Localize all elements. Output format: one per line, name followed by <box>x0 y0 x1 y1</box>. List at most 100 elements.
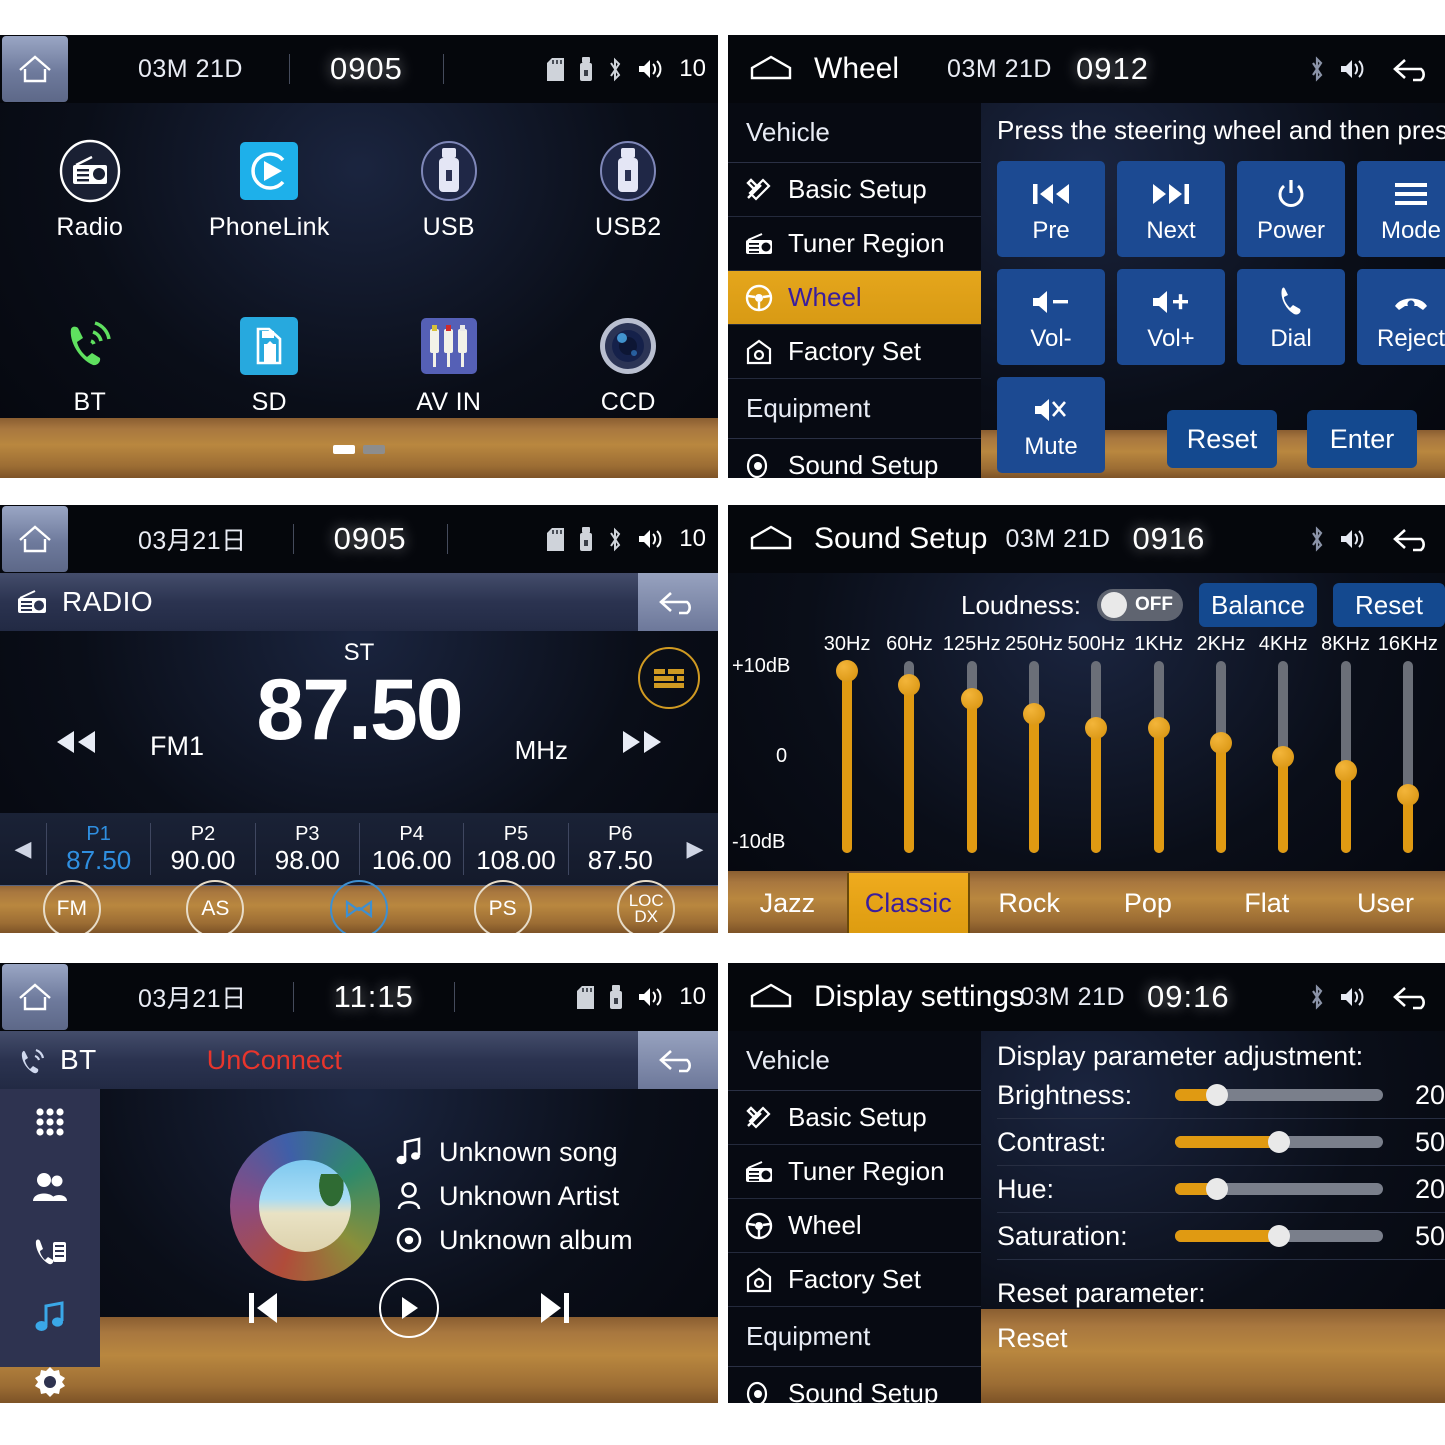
wheel-btn-mute[interactable]: Mute <box>997 377 1105 473</box>
slider-knob[interactable] <box>1268 1225 1290 1247</box>
eq-slider-4khz[interactable] <box>1252 661 1314 853</box>
sidebar-item-tuner-region[interactable]: Tuner Region <box>728 217 981 271</box>
wheel-btn-vol-down[interactable]: Vol- <box>997 269 1105 365</box>
sidebar-item-wheel[interactable]: Wheel <box>728 1199 981 1253</box>
eq-slider-125hz[interactable] <box>941 661 1003 853</box>
eq-preset-jazz[interactable]: Jazz <box>728 873 847 933</box>
preset-p4[interactable]: P4 106.00 <box>358 822 463 876</box>
eq-slider-knob[interactable] <box>1023 702 1046 725</box>
page-indicator[interactable] <box>0 445 718 454</box>
eq-slider-knob[interactable] <box>1272 746 1295 768</box>
fm-button[interactable]: FM <box>42 880 101 933</box>
home-button[interactable] <box>2 964 68 1030</box>
eq-preset-user[interactable]: User <box>1326 873 1445 933</box>
balance-button[interactable]: Balance <box>1199 583 1317 627</box>
eq-slider-250hz[interactable] <box>1003 661 1065 853</box>
keypad-icon[interactable] <box>0 1089 100 1154</box>
eq-slider-30hz[interactable] <box>816 659 878 853</box>
eq-slider-knob[interactable] <box>1209 731 1232 754</box>
eq-preset-classic[interactable]: Classic <box>846 873 970 933</box>
loc-dx-button[interactable]: LOC DX <box>617 880 676 933</box>
eq-slider-knob[interactable] <box>1085 717 1108 740</box>
app-bt[interactable]: BT <box>0 278 180 453</box>
back-icon[interactable] <box>1391 984 1433 1010</box>
home-icon[interactable] <box>748 982 794 1012</box>
back-icon[interactable] <box>1391 526 1433 552</box>
prev-track-button[interactable] <box>243 1286 283 1330</box>
seek-up-button[interactable] <box>616 727 668 757</box>
wheel-btn-reject[interactable]: Reject <box>1357 269 1445 365</box>
volume-icon[interactable] <box>1339 527 1367 551</box>
app-phonelink[interactable]: PhoneLink <box>180 103 360 278</box>
reset-button[interactable]: Reset <box>1167 410 1277 468</box>
back-button[interactable] <box>638 573 718 631</box>
app-ccd[interactable]: CCD <box>539 278 719 453</box>
slider-contrast[interactable]: Contrast: 50 <box>997 1119 1445 1166</box>
preset-p2[interactable]: P2 90.00 <box>150 822 254 876</box>
app-sd[interactable]: SD <box>180 278 360 453</box>
wheel-btn-pre[interactable]: Pre <box>997 161 1105 257</box>
slider-knob[interactable] <box>1268 1131 1290 1153</box>
ps-button[interactable]: PS <box>473 880 532 933</box>
wheel-btn-power[interactable]: Power <box>1237 161 1345 257</box>
preset-next-button[interactable]: ▶ <box>672 836 718 862</box>
app-usb[interactable]: USB <box>359 103 539 278</box>
contacts-icon[interactable] <box>0 1154 100 1219</box>
eq-slider-8khz[interactable] <box>1314 661 1376 853</box>
page-dot-2[interactable] <box>363 445 385 454</box>
eq-slider-knob[interactable] <box>898 674 921 696</box>
equalizer-button[interactable] <box>638 647 700 709</box>
home-button[interactable] <box>2 36 68 102</box>
sidebar-item-sound-setup[interactable]: Sound Setup <box>728 1367 981 1403</box>
music-note-icon[interactable] <box>0 1284 100 1349</box>
sidebar-item-factory-set[interactable]: Factory Set <box>728 325 981 379</box>
sidebar-item-basic-setup[interactable]: Basic Setup <box>728 1091 981 1145</box>
enter-button[interactable]: Enter <box>1307 410 1417 468</box>
stereo-button[interactable] <box>329 880 388 933</box>
as-button[interactable]: AS <box>186 880 245 933</box>
eq-slider-500hz[interactable] <box>1065 661 1127 853</box>
play-button[interactable] <box>379 1278 439 1338</box>
sidebar-item-sound-setup[interactable]: Sound Setup <box>728 439 981 478</box>
wheel-btn-mode[interactable]: Mode <box>1357 161 1445 257</box>
slider-knob[interactable] <box>1205 1178 1228 1200</box>
slider-brightness[interactable]: Brightness: 20 <box>997 1072 1445 1119</box>
home-button[interactable] <box>2 506 68 572</box>
eq-slider-knob[interactable] <box>1396 784 1419 807</box>
reset-link[interactable]: Reset <box>997 1309 1445 1354</box>
eq-slider-1khz[interactable] <box>1127 661 1189 853</box>
loudness-toggle[interactable]: OFF <box>1097 589 1183 621</box>
slider-knob[interactable] <box>1205 1084 1228 1106</box>
preset-p1[interactable]: P1 87.50 <box>46 822 150 876</box>
eq-slider-2khz[interactable] <box>1190 661 1252 853</box>
sidebar-item-factory-set[interactable]: Factory Set <box>728 1253 981 1307</box>
slider-saturation[interactable]: Saturation: 50 <box>997 1213 1445 1260</box>
reset-button[interactable]: Reset <box>1333 583 1445 627</box>
eq-slider-knob[interactable] <box>1147 717 1170 740</box>
back-icon[interactable] <box>1391 56 1433 82</box>
settings-gear-icon[interactable] <box>0 1349 100 1403</box>
app-avin[interactable]: AV IN <box>359 278 539 453</box>
eq-preset-flat[interactable]: Flat <box>1207 873 1326 933</box>
eq-slider-60hz[interactable] <box>878 661 940 853</box>
preset-p3[interactable]: P3 98.00 <box>254 822 359 876</box>
eq-slider-knob[interactable] <box>960 688 983 711</box>
next-track-button[interactable] <box>535 1286 575 1330</box>
wheel-btn-dial[interactable]: Dial <box>1237 269 1345 365</box>
eq-preset-pop[interactable]: Pop <box>1088 873 1207 933</box>
wheel-btn-vol-up[interactable]: Vol+ <box>1117 269 1225 365</box>
sidebar-item-wheel[interactable]: Wheel <box>728 271 981 325</box>
sidebar-item-tuner-region[interactable]: Tuner Region <box>728 1145 981 1199</box>
seek-down-button[interactable] <box>50 727 102 757</box>
eq-slider-16khz[interactable] <box>1377 661 1439 853</box>
eq-slider-knob[interactable] <box>1334 760 1357 783</box>
eq-preset-rock[interactable]: Rock <box>970 873 1089 933</box>
slider-track[interactable] <box>1175 1178 1383 1200</box>
call-log-icon[interactable] <box>0 1219 100 1284</box>
slider-track[interactable] <box>1175 1131 1383 1153</box>
preset-p5[interactable]: P5 108.00 <box>463 822 567 876</box>
preset-p6[interactable]: P6 87.50 <box>567 822 672 876</box>
eq-slider-knob[interactable] <box>836 659 859 682</box>
back-button[interactable] <box>638 1031 718 1089</box>
slider-track[interactable] <box>1175 1084 1383 1106</box>
